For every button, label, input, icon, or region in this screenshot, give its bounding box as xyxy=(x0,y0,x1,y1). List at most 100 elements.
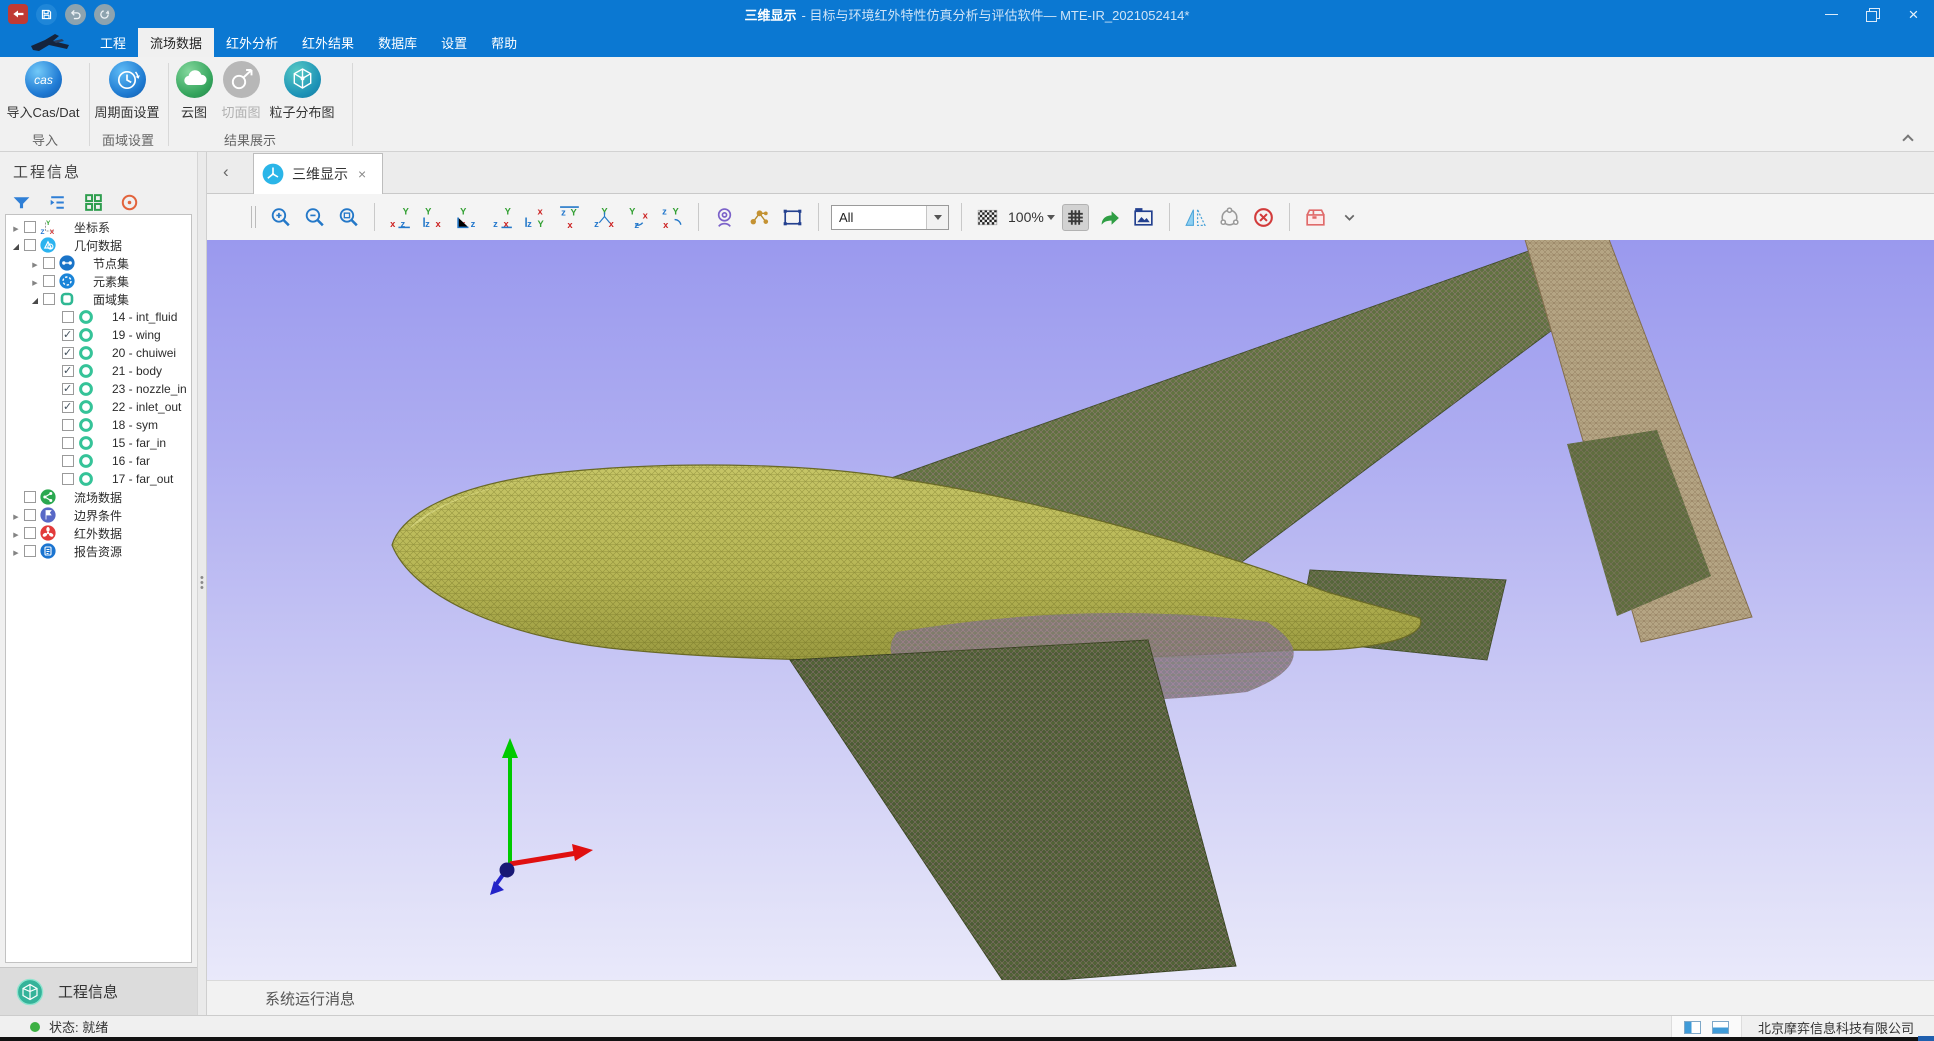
viewport-3d[interactable] xyxy=(207,240,1934,980)
minimize-icon[interactable] xyxy=(1825,8,1838,21)
save-icon[interactable] xyxy=(36,4,57,25)
tree-checkbox[interactable] xyxy=(62,365,74,377)
tree-checkbox[interactable] xyxy=(62,383,74,395)
transparency-icon[interactable] xyxy=(974,204,1001,231)
layout-bottom-icon[interactable] xyxy=(1712,1021,1729,1034)
layout-left-icon[interactable] xyxy=(1684,1021,1701,1034)
zoom-out-icon[interactable] xyxy=(301,204,328,231)
grid-view-icon[interactable] xyxy=(82,192,104,214)
tab-3d-view[interactable]: 三维显示 × xyxy=(253,153,383,194)
tree-checkbox[interactable] xyxy=(24,221,36,233)
close-icon[interactable]: × xyxy=(1907,8,1920,21)
tree-row-19---wing[interactable]: 19 - wing xyxy=(6,326,191,344)
tree-checkbox[interactable] xyxy=(43,257,55,269)
tree-expander-icon[interactable]: ▶ xyxy=(10,526,22,540)
grid-toggle-icon[interactable] xyxy=(1062,204,1089,231)
tree-checkbox[interactable] xyxy=(62,311,74,323)
locate-icon[interactable] xyxy=(118,192,140,214)
apply-arrow-icon[interactable] xyxy=(1096,204,1123,231)
tree-checkbox[interactable] xyxy=(62,329,74,341)
tree-row-流场数据[interactable]: 流场数据 xyxy=(6,488,191,506)
tree-checkbox[interactable] xyxy=(62,347,74,359)
right-view-icon[interactable]: zxY xyxy=(489,204,516,231)
left-view-icon[interactable]: xzY xyxy=(455,204,482,231)
isometric-view-icon[interactable]: zxY xyxy=(591,204,618,231)
tree-checkbox[interactable] xyxy=(62,419,74,431)
tree-row-20---chuiwei[interactable]: 20 - chuiwei xyxy=(6,344,191,362)
tree-checkbox[interactable] xyxy=(62,455,74,467)
rotate-view-ccw-icon[interactable]: Yxz xyxy=(625,204,652,231)
panel-splitter[interactable]: ••• xyxy=(197,152,207,1015)
toolbar-grip[interactable] xyxy=(251,206,256,228)
tree-row-17---far_out[interactable]: 17 - far_out xyxy=(6,470,191,488)
menu-item-3[interactable]: 红外结果 xyxy=(290,28,366,57)
tree-row-报告资源[interactable]: ▶报告资源 xyxy=(6,542,191,560)
remove-result-icon[interactable] xyxy=(1250,204,1277,231)
tree-checkbox[interactable] xyxy=(24,527,36,539)
tree-expander-icon[interactable]: ▶ xyxy=(29,274,41,288)
ambient-sphere-icon[interactable] xyxy=(1216,204,1243,231)
tree-row-18---sym[interactable]: 18 - sym xyxy=(6,416,191,434)
panel-bottom-tab[interactable]: 工程信息 xyxy=(0,967,197,1015)
collapse-ribbon-icon[interactable] xyxy=(1903,133,1912,142)
tab-close-icon[interactable]: × xyxy=(358,166,366,182)
maximize-icon[interactable] xyxy=(1866,8,1879,21)
mirror-icon[interactable] xyxy=(1182,204,1209,231)
tree-expander-icon[interactable]: ▶ xyxy=(29,256,41,270)
tree-checkbox[interactable] xyxy=(62,437,74,449)
menu-item-0[interactable]: 工程 xyxy=(88,28,138,57)
tree-row-几何数据[interactable]: ◢几何数据 xyxy=(6,236,191,254)
zoom-in-icon[interactable] xyxy=(267,204,294,231)
tree-row-23---nozzle_in[interactable]: 23 - nozzle_in xyxy=(6,380,191,398)
probe-camera-icon[interactable] xyxy=(711,204,738,231)
log-panel-header[interactable]: 系统运行消息 xyxy=(207,980,1934,1015)
tree-expander-icon[interactable]: ◢ xyxy=(10,238,22,252)
app-icon[interactable] xyxy=(8,4,28,24)
tree-checkbox[interactable] xyxy=(24,491,36,503)
top-view-icon[interactable]: zYx xyxy=(523,204,550,231)
front-view-icon[interactable]: xzY xyxy=(387,204,414,231)
tree-expander-icon[interactable]: ▶ xyxy=(10,544,22,558)
rotate-view-cw-icon[interactable]: zYx xyxy=(659,204,686,231)
menu-item-5[interactable]: 设置 xyxy=(429,28,479,57)
tree-checkbox[interactable] xyxy=(43,293,55,305)
bottom-view-icon[interactable]: zYx xyxy=(557,204,584,231)
ribbon-button-4[interactable]: 粒子分布图 xyxy=(247,61,357,121)
selection-box-icon[interactable] xyxy=(779,204,806,231)
tree-checkbox[interactable] xyxy=(24,545,36,557)
section-box-icon[interactable] xyxy=(1302,204,1329,231)
tree-row-21---body[interactable]: 21 - body xyxy=(6,362,191,380)
tree-checkbox[interactable] xyxy=(24,509,36,521)
tree-row-坐标系[interactable]: ▶YZX坐标系 xyxy=(6,218,191,236)
snapshot-icon[interactable] xyxy=(1130,204,1157,231)
back-view-icon[interactable]: zxY xyxy=(421,204,448,231)
tree-row-15---far_in[interactable]: 15 - far_in xyxy=(6,434,191,452)
menu-item-6[interactable]: 帮助 xyxy=(479,28,529,57)
tree-row-红外数据[interactable]: ▶红外数据 xyxy=(6,524,191,542)
undo-icon[interactable] xyxy=(65,4,86,25)
tree-row-元素集[interactable]: ▶元素集 xyxy=(6,272,191,290)
splitter-handle[interactable]: ••• xyxy=(200,576,204,591)
tree-row-边界条件[interactable]: ▶边界条件 xyxy=(6,506,191,524)
particle-trace-icon[interactable] xyxy=(745,204,772,231)
tree-row-16---far[interactable]: 16 - far xyxy=(6,452,191,470)
tree-row-14---int_fluid[interactable]: 14 - int_fluid xyxy=(6,308,191,326)
zoom-level-dropdown[interactable]: 100% xyxy=(1008,209,1055,225)
tree-row-面域集[interactable]: ◢面域集 xyxy=(6,290,191,308)
tree-checkbox[interactable] xyxy=(43,275,55,287)
tree-checkbox[interactable] xyxy=(24,239,36,251)
redo-icon[interactable] xyxy=(94,4,115,25)
menu-item-2[interactable]: 红外分析 xyxy=(214,28,290,57)
menu-item-4[interactable]: 数据库 xyxy=(366,28,429,57)
tree-expander-icon[interactable]: ◢ xyxy=(29,292,41,306)
tab-scroll-left-icon[interactable]: ‹ xyxy=(223,162,229,182)
tree-list-icon[interactable] xyxy=(46,192,68,214)
more-caret-icon[interactable] xyxy=(1336,204,1363,231)
tree-expander-icon[interactable]: ▶ xyxy=(10,220,22,234)
display-filter-combo[interactable]: All xyxy=(831,205,949,230)
tree-row-节点集[interactable]: ▶节点集 xyxy=(6,254,191,272)
tree-checkbox[interactable] xyxy=(62,473,74,485)
combo-dropdown-icon[interactable] xyxy=(926,206,948,229)
tree-checkbox[interactable] xyxy=(62,401,74,413)
menu-item-1[interactable]: 流场数据 xyxy=(138,28,214,57)
